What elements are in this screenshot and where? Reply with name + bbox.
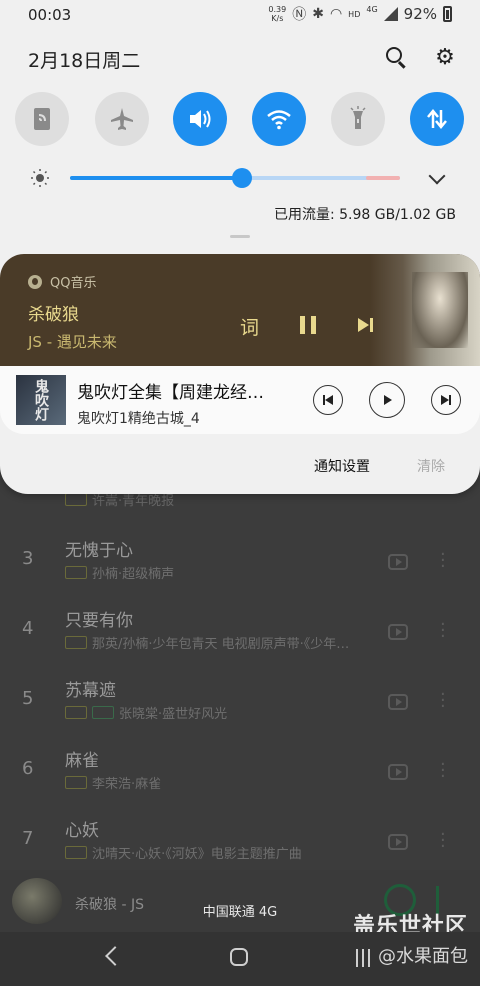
data-usage-label: 已用流量: 5.98 GB/1.02 GB xyxy=(273,207,456,223)
qq-music-logo-icon xyxy=(28,274,42,289)
signal-icon xyxy=(383,7,398,21)
gear-icon[interactable]: ⚙ xyxy=(433,46,457,70)
back-icon[interactable] xyxy=(105,946,125,966)
previous-track-icon[interactable] xyxy=(313,385,343,415)
media-title: 鬼吹灯全集【周建龙经… xyxy=(77,383,264,403)
track-number: 7 xyxy=(22,828,34,849)
mv-play-icon[interactable] xyxy=(388,694,408,710)
next-track-icon[interactable] xyxy=(358,318,374,332)
track-title: 心妖 xyxy=(65,821,99,841)
partial-track-subtitle: 许嵩·青年晚报 xyxy=(92,494,175,509)
chevron-down-icon[interactable] xyxy=(428,167,446,185)
list-item[interactable]: 3 无愧于心 孙楠·超级楠声 · · · xyxy=(0,530,480,600)
sq-badge xyxy=(65,566,87,579)
sq-badge xyxy=(65,776,87,789)
more-icon[interactable]: · · · xyxy=(440,826,446,856)
list-item[interactable]: 4 只要有你 那英/孙楠·少年包青天 电视剧原声带·《少年… · · · xyxy=(0,600,480,670)
album-art xyxy=(370,254,480,366)
pause-icon[interactable] xyxy=(300,316,316,334)
track-number: 5 xyxy=(22,688,34,709)
qq-music-notification[interactable]: QQ音乐 杀破狼 JS - 遇见未来 词 xyxy=(0,254,480,366)
mv-play-icon[interactable] xyxy=(388,554,408,570)
mv-play-icon[interactable] xyxy=(388,834,408,850)
next-track-icon[interactable] xyxy=(431,385,461,415)
airplane-toggle[interactable] xyxy=(95,92,149,146)
nfc-status-icon: Ⓝ xyxy=(292,7,307,23)
lyrics-button[interactable]: 词 xyxy=(240,313,259,340)
track-number: 4 xyxy=(22,618,34,639)
sq-badge xyxy=(65,846,87,859)
more-icon[interactable]: · · · xyxy=(440,756,446,786)
nfc-toggle[interactable] xyxy=(15,92,69,146)
speaker-icon xyxy=(190,110,211,128)
more-icon[interactable]: · · · xyxy=(440,546,446,576)
nfc-icon xyxy=(34,108,50,130)
app-name: QQ音乐 xyxy=(50,276,97,291)
clear-button[interactable]: 清除 xyxy=(417,456,445,476)
track-subtitle: 孙楠·超级楠声 xyxy=(92,567,175,582)
track-title: 麻雀 xyxy=(65,751,99,771)
track-title: 苏幕遮 xyxy=(65,681,116,701)
song-artist: JS - 遇见未来 xyxy=(28,333,117,351)
mv-play-icon[interactable] xyxy=(388,764,408,780)
search-icon[interactable] xyxy=(386,47,408,69)
track-title: 只要有你 xyxy=(65,611,133,631)
notification-shade: 00:03 0.39K/s Ⓝ ✱ ◠ HD 4G 92% 2月18日周二 ⚙ xyxy=(0,0,480,494)
mv-play-icon[interactable] xyxy=(388,624,408,640)
sq-badge xyxy=(65,636,87,649)
track-number: 6 xyxy=(22,758,34,779)
slider-fill xyxy=(70,176,242,180)
list-item[interactable]: 6 麻雀 李荣浩·麻雀 · · · xyxy=(0,740,480,810)
track-subtitle: 那英/孙楠·少年包青天 电视剧原声带·《少年… xyxy=(92,637,350,652)
flashlight-toggle[interactable] xyxy=(331,92,385,146)
watermark-author: @水果面包 xyxy=(378,946,468,967)
airplane-icon xyxy=(111,108,133,130)
media-notification[interactable]: 鬼吹灯 鬼吹灯全集【周建龙经… 鬼吹灯1精绝古城_4 xyxy=(0,366,480,434)
background-song-list: 3 无愧于心 孙楠·超级楠声 · · · 4 只要有你 那英/孙楠·少年包青天 电视… xyxy=(0,470,480,870)
song-title: 杀破狼 xyxy=(28,305,79,325)
list-item[interactable]: 5 苏幕遮 张晓棠·盛世好风光 · · · xyxy=(0,670,480,740)
sq-badge xyxy=(65,706,87,719)
slider-warning-zone xyxy=(366,176,400,180)
battery-percent: 92% xyxy=(403,5,437,23)
sound-toggle[interactable] xyxy=(173,92,227,146)
notification-settings-button[interactable]: 通知设置 xyxy=(314,456,370,476)
mobile-data-toggle[interactable] xyxy=(410,92,464,146)
track-subtitle: 沈晴天·心妖·《河妖》电影主题推广曲 xyxy=(92,847,302,862)
data-transfer-icon xyxy=(427,109,447,129)
media-subtitle: 鬼吹灯1精绝古城_4 xyxy=(77,411,200,427)
bluetooth-icon: ✱ xyxy=(312,6,324,22)
battery-icon xyxy=(443,6,452,22)
clock: 00:03 xyxy=(28,6,72,24)
network-speed: 0.39 K/s xyxy=(268,5,287,23)
network-type: 4G xyxy=(366,4,378,14)
brightness-icon xyxy=(31,169,49,187)
hd-label: HD xyxy=(348,9,361,19)
wifi-icon xyxy=(267,110,291,130)
more-icon[interactable]: · · · xyxy=(440,616,446,646)
track-subtitle: 李荣浩·麻雀 xyxy=(92,777,162,792)
wifi-status-icon: ◠ xyxy=(329,6,343,22)
flashlight-icon xyxy=(350,106,366,129)
more-icon[interactable]: · · · xyxy=(440,686,446,716)
podcast-cover: 鬼吹灯 xyxy=(16,375,66,425)
date-label: 2月18日周二 xyxy=(28,50,141,72)
track-title: 无愧于心 xyxy=(65,541,133,561)
slider-thumb[interactable] xyxy=(231,168,252,188)
vip-badge xyxy=(92,706,114,719)
status-bar: 00:03 0.39 K/s Ⓝ ✱ ◠ HD 4G 92% xyxy=(0,0,480,30)
recents-icon[interactable] xyxy=(356,949,376,967)
track-subtitle: 张晓棠·盛世好风光 xyxy=(119,707,228,722)
wifi-toggle[interactable] xyxy=(252,92,306,146)
track-number: 3 xyxy=(22,548,34,569)
home-icon[interactable] xyxy=(230,948,248,966)
drag-handle[interactable] xyxy=(230,235,250,238)
sq-badge xyxy=(65,493,87,506)
brightness-slider[interactable] xyxy=(70,168,400,188)
play-icon[interactable] xyxy=(369,382,405,418)
